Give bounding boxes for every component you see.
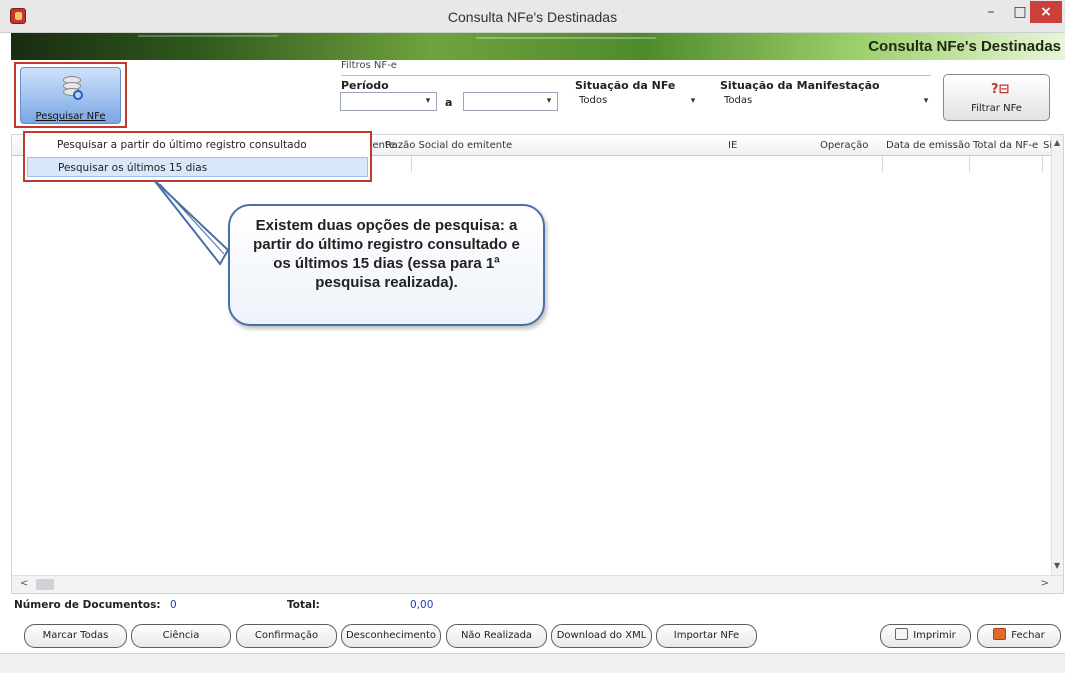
num-documents-value: 0 (170, 599, 177, 611)
column-header[interactable]: Total da NF-e (973, 140, 1038, 151)
pesquisar-nfe-highlight: Pesquisar NFe (14, 62, 127, 128)
chevron-down-icon[interactable]: ▾ (420, 93, 436, 110)
num-documents-label: Número de Documentos: (14, 599, 161, 611)
banner-decoration (475, 37, 667, 57)
situacao-manifestacao-value: Todas (724, 95, 753, 106)
column-divider (1042, 156, 1043, 172)
chevron-up-icon[interactable]: ▲ (1054, 138, 1060, 147)
vertical-scrollbar[interactable]: ▲ ▼ (1051, 135, 1063, 575)
column-divider (969, 156, 970, 172)
marcar-todas-button[interactable]: Marcar Todas (24, 624, 127, 648)
importar-nfe-button[interactable]: Importar NFe (656, 624, 757, 648)
download-xml-button[interactable]: Download do XML (551, 624, 652, 648)
column-header[interactable]: Operação (820, 140, 868, 151)
periodo-to-field[interactable]: ▾ (463, 92, 558, 111)
column-divider (882, 156, 883, 172)
minimize-button[interactable]: – (976, 1, 1006, 23)
chevron-down-icon[interactable]: ▼ (1054, 561, 1060, 570)
situacao-nfe-value: Todos (579, 95, 608, 106)
column-header[interactable]: Data de emissão (886, 140, 970, 151)
chevron-down-icon[interactable]: ▾ (541, 93, 557, 110)
periodo-separator: a (445, 96, 453, 109)
status-bar (0, 653, 1065, 673)
title-bar: Consulta NFe's Destinadas – □ × (0, 0, 1065, 33)
desconhecimento-button[interactable]: Desconhecimento (341, 624, 441, 648)
periodo-from-field[interactable]: ▾ (340, 92, 437, 111)
pesquisar-dropdown-menu: Pesquisar a partir do último registro co… (23, 131, 372, 182)
printer-icon (895, 628, 909, 640)
filtrar-nfe-button[interactable]: ?⊟ Filtrar NFe (943, 74, 1050, 121)
nao-realizada-button[interactable]: Não Realizada (446, 624, 547, 648)
banner-title: Consulta NFe's Destinadas (868, 38, 1061, 55)
total-value: 0,00 (410, 599, 434, 611)
horizontal-scrollbar[interactable]: < > (12, 575, 1063, 593)
column-header[interactable]: Razão Social do emitente (385, 140, 512, 151)
scrollbar-thumb[interactable] (36, 579, 54, 590)
filters-divider (341, 75, 931, 76)
header-banner: Consulta NFe's Destinadas (11, 33, 1065, 60)
menu-item-ultimo-registro[interactable]: Pesquisar a partir do último registro co… (27, 135, 368, 155)
callout-text: Existem duas opções de pesquisa: a parti… (253, 217, 520, 291)
chevron-down-icon[interactable]: ▾ (685, 93, 701, 110)
fechar-label: Fechar (1011, 630, 1045, 641)
chevron-down-icon[interactable]: ▾ (918, 93, 934, 110)
imprimir-button[interactable]: Imprimir (880, 624, 971, 648)
callout-bubble: Existem duas opções de pesquisa: a parti… (228, 204, 545, 326)
fechar-button[interactable]: Fechar (977, 624, 1061, 648)
ciencia-button[interactable]: Ciência (131, 624, 231, 648)
situacao-nfe-select[interactable]: Todos ▾ (575, 92, 702, 111)
menu-item-ultimos-15-dias[interactable]: Pesquisar os últimos 15 dias (27, 157, 368, 177)
close-icon (993, 628, 1007, 640)
window-title: Consulta NFe's Destinadas (447, 9, 618, 25)
column-divider (411, 156, 412, 172)
banner-decoration (123, 35, 279, 57)
filters-group-legend: Filtros NF-e (341, 60, 397, 71)
chevron-left-icon[interactable]: < (20, 578, 28, 589)
database-search-icon (63, 76, 83, 100)
pesquisar-nfe-label: Pesquisar NFe (35, 111, 106, 122)
confirmacao-button[interactable]: Confirmação (236, 624, 337, 648)
column-header[interactable]: IE (728, 140, 737, 151)
filtrar-nfe-label: Filtrar NFe (971, 103, 1022, 114)
imprimir-label: Imprimir (913, 630, 956, 641)
situacao-manifestacao-select[interactable]: Todas ▾ (720, 92, 935, 111)
total-label: Total: (287, 599, 320, 611)
filter-icon: ?⊟ (991, 82, 1010, 97)
chevron-right-icon[interactable]: > (1041, 578, 1049, 589)
pesquisar-nfe-button[interactable]: Pesquisar NFe (20, 67, 121, 124)
close-button[interactable]: × (1030, 1, 1062, 23)
